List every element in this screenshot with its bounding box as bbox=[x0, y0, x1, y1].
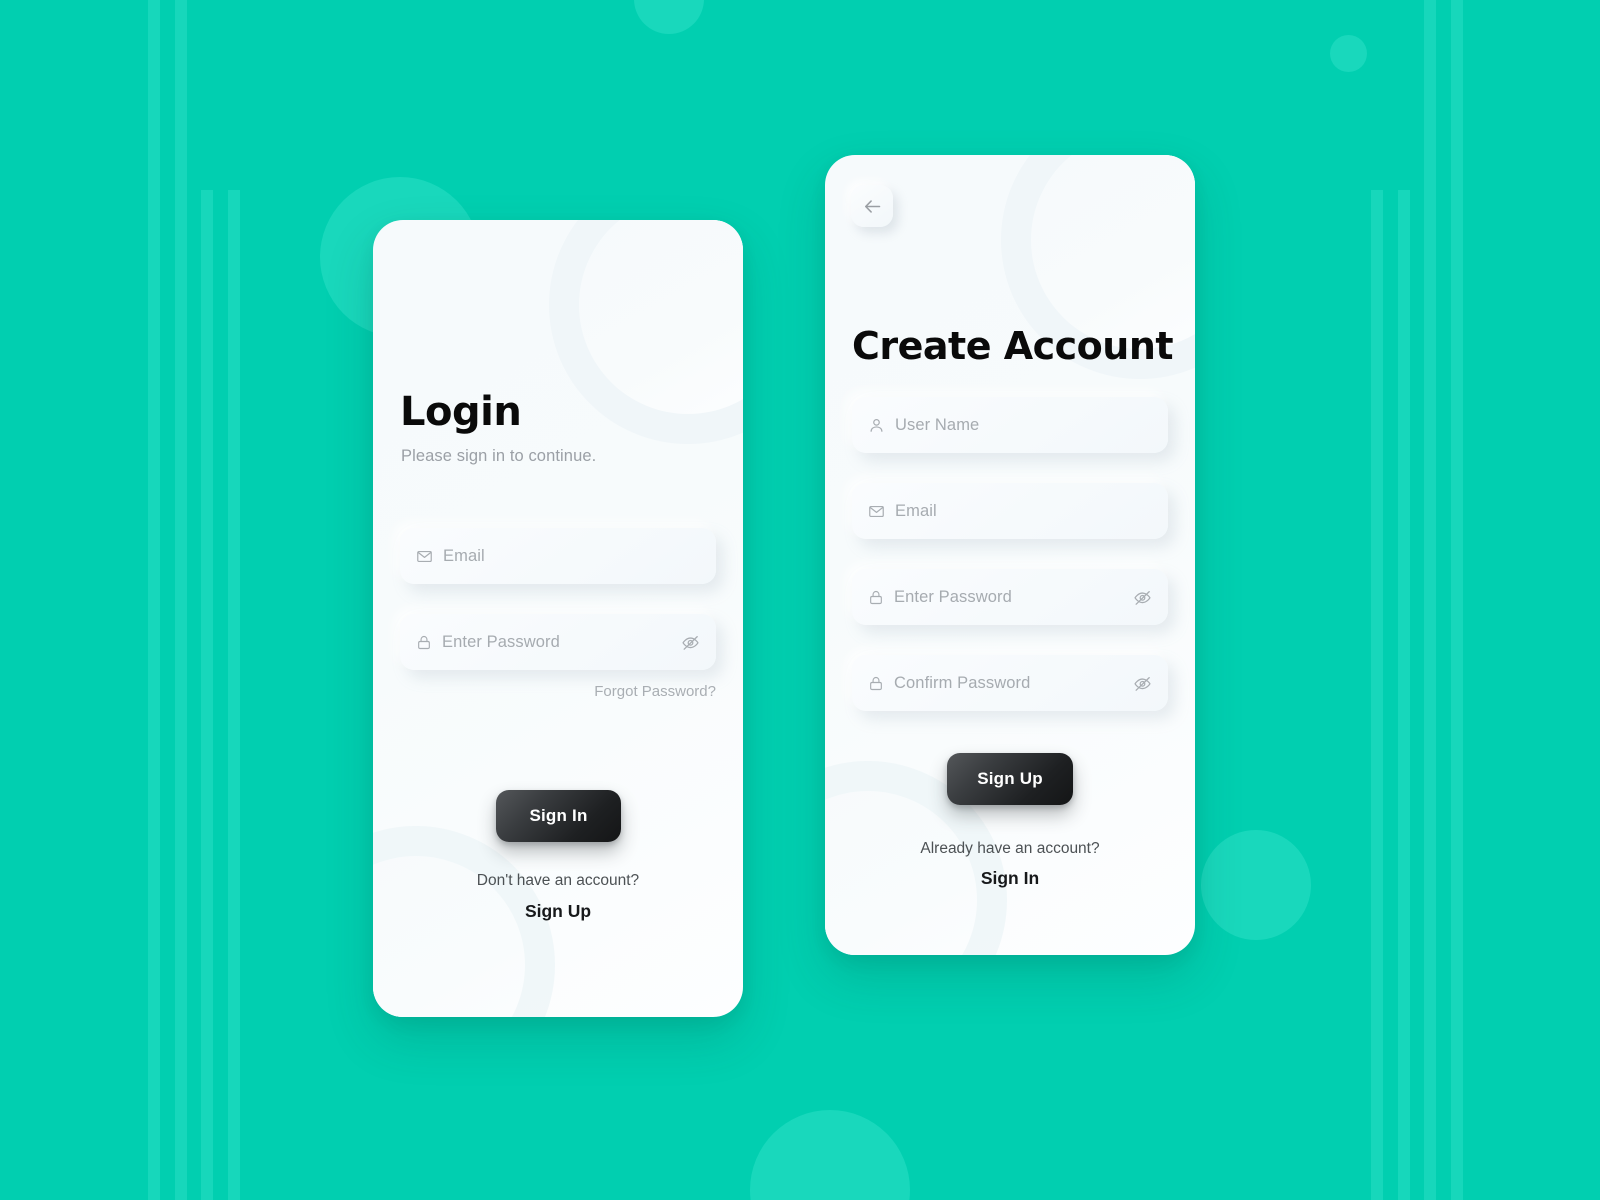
signin-prompt-text: Already have an account? bbox=[920, 840, 1100, 857]
confirm-password-placeholder: Confirm Password bbox=[894, 673, 1031, 692]
bg-stripe bbox=[1371, 190, 1383, 1200]
bg-stripe bbox=[1451, 0, 1463, 1200]
bg-circle bbox=[1201, 830, 1311, 940]
email-field[interactable]: Email bbox=[400, 528, 716, 584]
background-layer bbox=[0, 0, 1600, 1200]
email-field[interactable]: Email bbox=[852, 483, 1168, 539]
lock-icon bbox=[868, 675, 884, 692]
bg-circle bbox=[1330, 35, 1367, 72]
create-account-card: Create Account User Name Email Enter Pas… bbox=[825, 155, 1195, 955]
lock-icon bbox=[868, 589, 884, 606]
sign-up-button[interactable]: Sign Up bbox=[947, 753, 1073, 805]
sign-up-link[interactable]: Sign Up bbox=[373, 901, 743, 922]
page-title: Login bbox=[400, 389, 522, 435]
arrow-left-icon bbox=[862, 196, 883, 217]
bg-circle bbox=[634, 0, 704, 34]
username-placeholder: User Name bbox=[895, 415, 980, 434]
password-field[interactable]: Enter Password bbox=[400, 614, 716, 670]
bg-stripe bbox=[1424, 0, 1436, 1200]
password-placeholder: Enter Password bbox=[894, 587, 1012, 606]
lock-icon bbox=[416, 634, 432, 651]
user-icon bbox=[868, 417, 885, 434]
back-button[interactable] bbox=[851, 185, 893, 227]
forgot-password-link[interactable]: Forgot Password? bbox=[594, 683, 716, 700]
password-field[interactable]: Enter Password bbox=[852, 569, 1168, 625]
confirm-password-field[interactable]: Confirm Password bbox=[852, 655, 1168, 711]
eye-off-icon[interactable] bbox=[1133, 588, 1152, 607]
signup-prompt-text: Don't have an account? bbox=[476, 872, 640, 889]
eye-off-icon[interactable] bbox=[681, 633, 700, 652]
page-title: Create Account bbox=[852, 324, 1174, 368]
eye-off-icon[interactable] bbox=[1133, 674, 1152, 693]
page-subtitle: Please sign in to continue. bbox=[401, 447, 597, 465]
email-placeholder: Email bbox=[895, 501, 937, 520]
password-placeholder: Enter Password bbox=[442, 632, 560, 651]
bg-circle bbox=[750, 1110, 910, 1200]
envelope-icon bbox=[868, 503, 885, 520]
bg-stripe bbox=[1398, 190, 1410, 1200]
sign-in-button[interactable]: Sign In bbox=[496, 790, 621, 842]
sign-in-link[interactable]: Sign In bbox=[825, 868, 1195, 889]
envelope-icon bbox=[416, 548, 433, 565]
bg-stripe bbox=[201, 190, 213, 1200]
bg-stripe bbox=[228, 190, 240, 1200]
bg-stripe bbox=[175, 0, 187, 1200]
email-placeholder: Email bbox=[443, 546, 485, 565]
username-field[interactable]: User Name bbox=[852, 397, 1168, 453]
bg-stripe bbox=[148, 0, 160, 1200]
login-card: Login Please sign in to continue. Email … bbox=[373, 220, 743, 1017]
